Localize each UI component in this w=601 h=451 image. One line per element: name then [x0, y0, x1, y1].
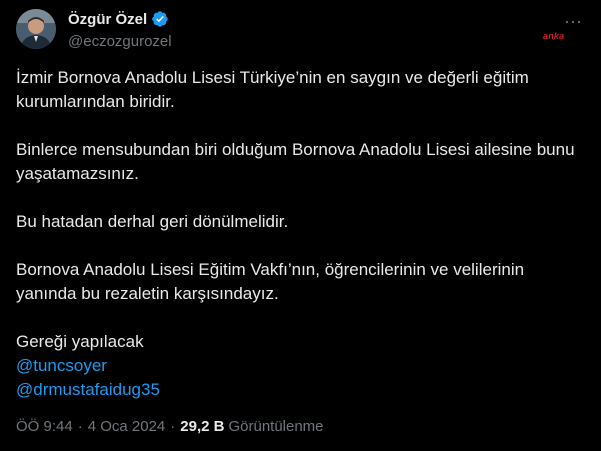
- tweet-card: Özgür Özel @eczozgurozel ··· anka İzmir …: [0, 0, 601, 451]
- author-name[interactable]: Özgür Özel: [68, 11, 147, 28]
- tweet-paragraph: Bornova Anadolu Lisesi Eğitim Vakfı’nın,…: [16, 260, 525, 303]
- tweet-text: İzmir Bornova Anadolu Lisesi Türkiye’nin…: [16, 66, 576, 402]
- tweet-paragraph: Bu hatadan derhal geri dönülmelidir.: [16, 212, 289, 231]
- tweet-closing: Gereği yapılacak @tuncsoyer @drmustafaid…: [16, 330, 576, 402]
- mention-link[interactable]: @drmustafaidug35: [16, 378, 576, 402]
- meta-separator: ·: [170, 418, 176, 435]
- author-row: Özgür Özel: [68, 10, 169, 28]
- meta-separator: ·: [77, 418, 83, 435]
- tweet-paragraph: İzmir Bornova Anadolu Lisesi Türkiye’nin…: [16, 68, 529, 111]
- tweet-meta: ÖÖ 9:44 · 4 Oca 2024 · 29,2 B Görüntülen…: [16, 418, 324, 435]
- more-options-icon[interactable]: ···: [562, 12, 584, 30]
- views-label: Görüntülenme: [228, 418, 324, 435]
- author-handle[interactable]: @eczozgurozel: [68, 33, 172, 50]
- closing-line: Gereği yapılacak: [16, 332, 144, 351]
- watermark-logo: anka: [543, 31, 565, 41]
- views-count: 29,2 B: [180, 418, 225, 435]
- tweet-time[interactable]: ÖÖ 9:44: [16, 418, 73, 435]
- mention-link[interactable]: @tuncsoyer: [16, 354, 576, 378]
- tweet-date[interactable]: 4 Oca 2024: [88, 418, 166, 435]
- tweet-paragraph: Binlerce mensubundan biri olduğum Bornov…: [16, 140, 575, 183]
- avatar[interactable]: [16, 9, 56, 49]
- verified-badge-icon: [151, 10, 169, 28]
